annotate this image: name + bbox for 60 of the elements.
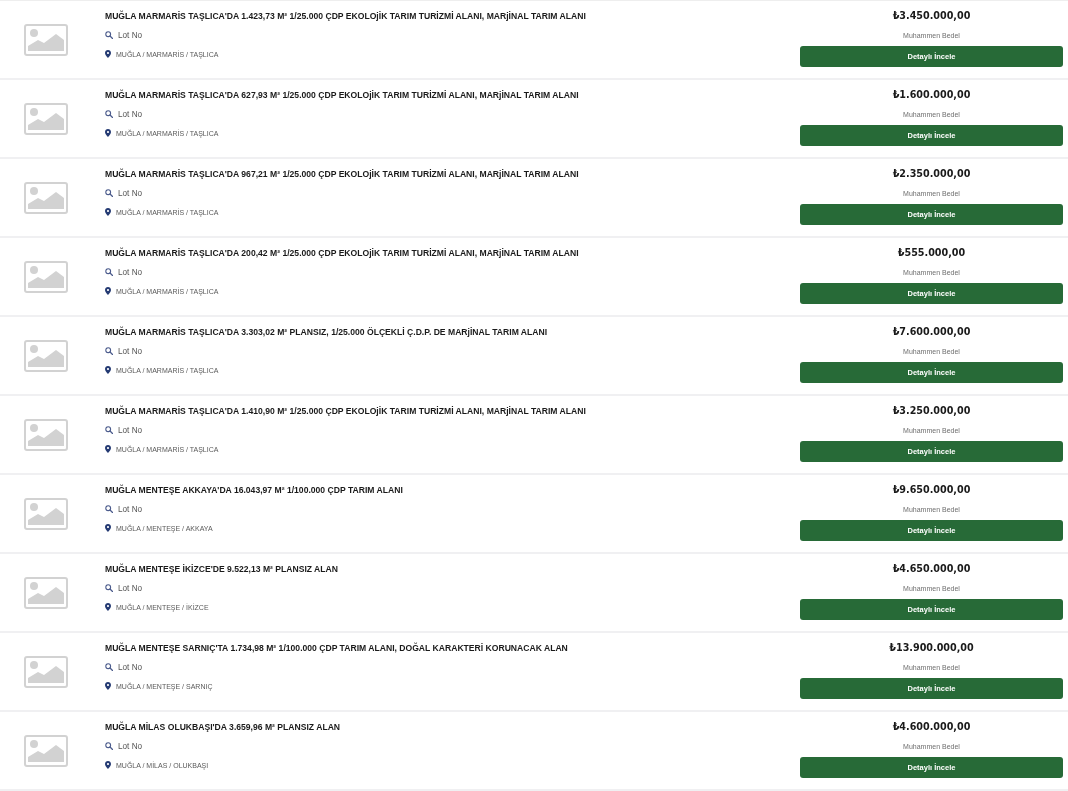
image-placeholder-icon — [24, 576, 68, 609]
price-text: ₺7.600.000,00 — [892, 325, 971, 339]
lot-number-label: Lot No — [118, 425, 143, 435]
image-placeholder-icon — [24, 181, 68, 214]
map-pin-icon — [105, 682, 111, 690]
lot-number-label: Lot No — [118, 188, 143, 198]
search-icon — [105, 663, 113, 671]
price-text: ₺13.900.000,00 — [889, 641, 974, 655]
search-icon — [105, 505, 113, 513]
price-text: ₺2.350.000,00 — [892, 167, 971, 181]
listing-title: MUĞLA MARMARİS TAŞLICA'DA 967,21 M² 1/25.000 ÇDP EKOLOjİK TARIM TURİZMİ ALANI, MARjİNAL TARIM ALANI — [105, 168, 579, 180]
search-icon — [105, 189, 113, 197]
image-placeholder-icon — [24, 734, 68, 767]
image-placeholder-icon — [24, 497, 68, 530]
price-text: ₺4.650.000,00 — [892, 562, 971, 576]
listing-title: MUĞLA MENTEŞE SARNIÇ'TA 1.734,98 M² 1/100.000 ÇDP TARIM ALANI, DOĞAL KARAKTERİ KORUNACAK ALAN — [105, 642, 568, 654]
listing-title: MUĞLA MİLAS OLUKBAŞI'DA 3.659,96 M² PLANSIZ ALAN — [105, 721, 341, 733]
price-text: ₺3.250.000,00 — [892, 404, 971, 418]
listing-title: MUĞLA MARMARİS TAŞLICA'DA 1.423,73 M² 1/25.000 ÇDP EKOLOjİK TARIM TURİZMİ ALANI, MARjİNAL TARIM ALANI — [105, 10, 586, 22]
lot-number-label: Lot No — [118, 346, 143, 356]
map-pin-icon — [105, 287, 111, 295]
search-icon — [105, 31, 113, 39]
price-text: ₺1.600.000,00 — [892, 88, 971, 102]
search-icon — [105, 110, 113, 118]
price-text: ₺4.600.000,00 — [892, 720, 971, 734]
price-text: ₺555.000,00 — [897, 246, 966, 260]
map-pin-icon — [105, 129, 111, 137]
map-pin-icon — [105, 366, 111, 374]
search-icon — [105, 584, 113, 592]
map-pin-icon — [105, 603, 111, 611]
search-icon — [105, 268, 113, 276]
lot-number-label: Lot No — [118, 109, 143, 119]
listing-title: MUĞLA MARMARİS TAŞLICA'DA 3.303,02 M² PLANSIZ, 1/25.000 ÖLÇEKLİ Ç.D.P. DE MARjİNAL TARIM ALANI — [105, 326, 548, 338]
search-icon — [105, 347, 113, 355]
listing-title: MUĞLA MARMARİS TAŞLICA'DA 200,42 M² 1/25.000 ÇDP EKOLOjİK TARIM TURİZMİ ALANI, MARjİNAL TARIM ALANI — [105, 247, 579, 259]
listing-title: MUĞLA MENTEŞE İKİZCE'DE 9.522,13 M² PLANSIZ ALAN — [105, 563, 338, 575]
lot-number-label: Lot No — [118, 583, 143, 593]
lot-number-label: Lot No — [118, 30, 143, 40]
lot-number-label: Lot No — [118, 267, 143, 277]
image-placeholder-icon — [24, 655, 68, 688]
image-placeholder-icon — [24, 260, 68, 293]
price-text: ₺9.650.000,00 — [892, 483, 971, 497]
image-placeholder-icon — [24, 23, 68, 56]
listing-title: MUĞLA MENTEŞE AKKAYA'DA 16.043,97 M² 1/100.000 ÇDP TARIM ALANI — [105, 484, 403, 496]
map-pin-icon — [105, 50, 111, 58]
lot-number-label: Lot No — [118, 741, 143, 751]
map-pin-icon — [105, 761, 111, 769]
lot-number-label: Lot No — [118, 662, 143, 672]
price-text: ₺3.450.000,00 — [892, 9, 971, 23]
image-placeholder-icon — [24, 102, 68, 135]
listing-title: MUĞLA MARMARİS TAŞLICA'DA 1.410,90 M² 1/25.000 ÇDP EKOLOjİK TARIM TURİZMİ ALANI, MARjİNAL TARIM ALANI — [105, 405, 586, 417]
map-pin-icon — [105, 524, 111, 532]
image-placeholder-icon — [24, 418, 68, 451]
map-pin-icon — [105, 445, 111, 453]
image-placeholder-icon — [24, 339, 68, 372]
lot-number-label: Lot No — [118, 504, 143, 514]
map-pin-icon — [105, 208, 111, 216]
search-icon — [105, 742, 113, 750]
search-icon — [105, 426, 113, 434]
listing-title: MUĞLA MARMARİS TAŞLICA'DA 627,93 M² 1/25.000 ÇDP EKOLOjİK TARIM TURİZMİ ALANI, MARjİNAL TARIM ALANI — [105, 89, 579, 101]
